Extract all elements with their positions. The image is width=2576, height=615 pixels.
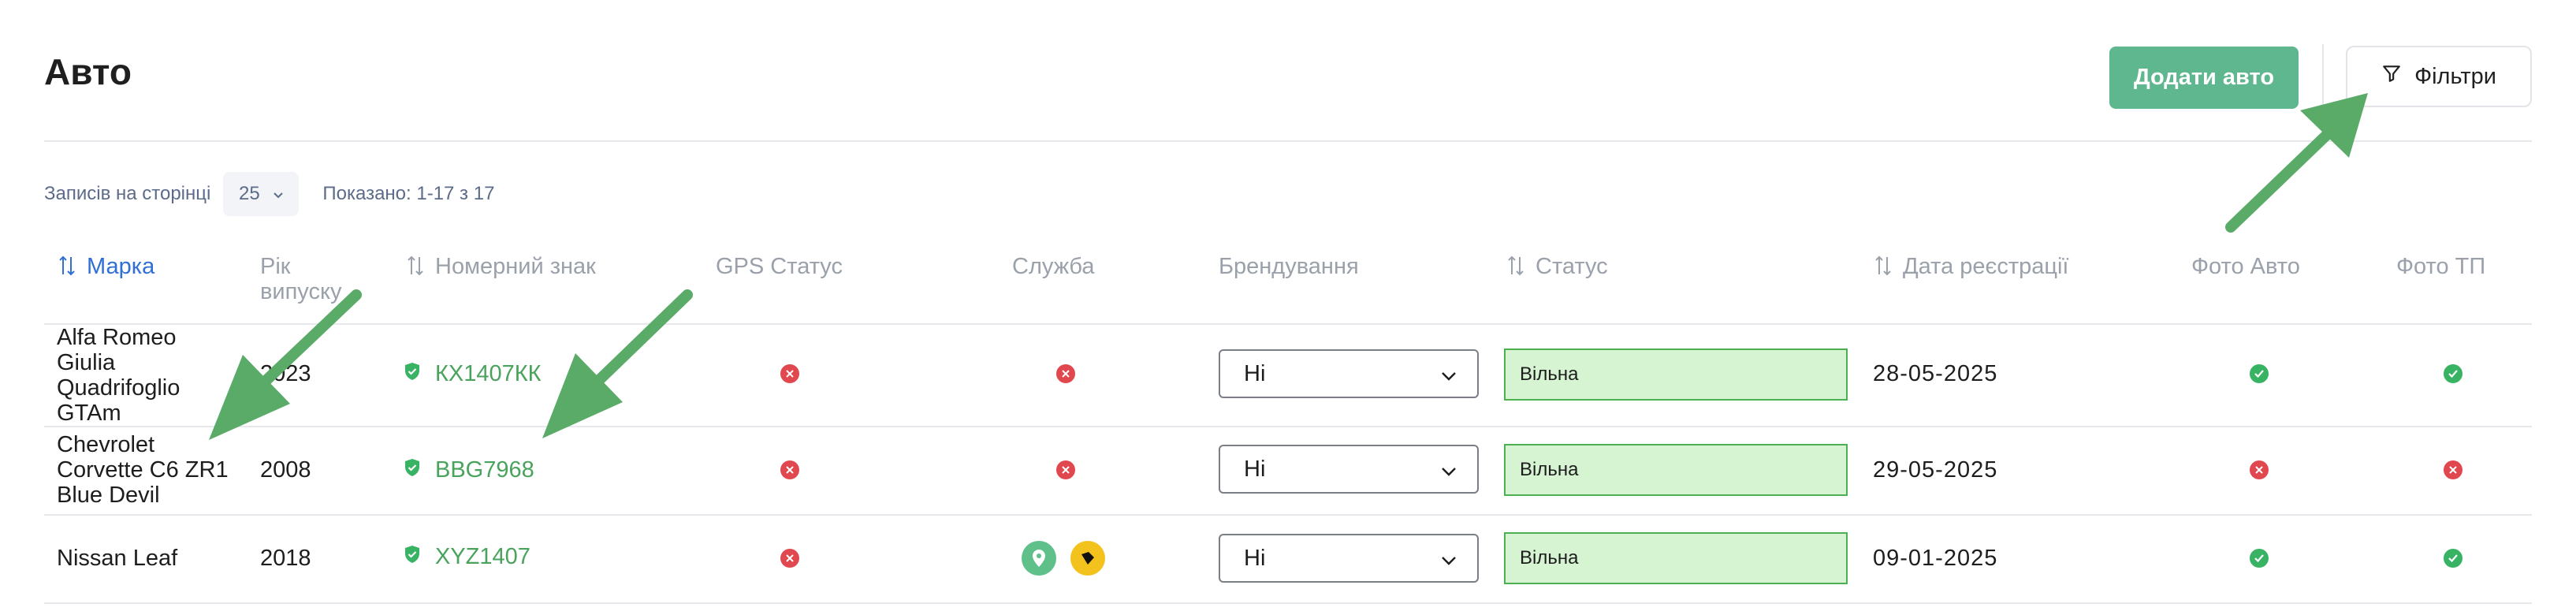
column-label: Номерний знак <box>435 254 596 279</box>
filters-button-label: Фільтри <box>2414 63 2496 89</box>
photo-car-ok-icon <box>2250 364 2269 383</box>
branding-select[interactable]: Ні <box>1219 445 1479 494</box>
brand-line: Chevrolet <box>57 432 155 457</box>
column-header-registered[interactable]: Дата реєстрації <box>1874 254 2068 279</box>
column-header-gps: GPS Статус <box>716 254 843 279</box>
branding-value: Ні <box>1244 456 1266 482</box>
page: Авто Додати авто Фільтри Записів на стор… <box>44 0 2532 615</box>
shield-logo-icon[interactable] <box>1070 541 1105 576</box>
page-title: Авто <box>44 51 132 92</box>
column-label: Рік випуску <box>260 254 342 304</box>
plate-text: XYZ1407 <box>435 544 530 569</box>
status-field[interactable]: Вільна <box>1504 348 1848 401</box>
plate-text: BBG7968 <box>435 457 534 483</box>
sort-icon <box>1507 254 1524 278</box>
brand-line: Corvette C6 ZR1 <box>57 457 229 483</box>
brand-cell: Nissan Leaf <box>57 546 177 571</box>
plate-link[interactable]: BBG7968 <box>404 457 534 483</box>
chevron-down-icon <box>1441 457 1457 483</box>
gps-error-icon <box>780 364 799 383</box>
plate-link[interactable]: XYZ1407 <box>404 544 530 570</box>
status-field[interactable]: Вільна <box>1504 532 1848 584</box>
brand-line: Blue Devil <box>57 483 160 508</box>
row-divider <box>44 602 2532 604</box>
column-label: Дата реєстрації <box>1903 254 2069 279</box>
year-cell: 2023 <box>260 361 311 386</box>
verified-shield-icon <box>404 457 421 483</box>
column-label: Фото ТП <box>2396 254 2486 279</box>
add-car-button[interactable]: Додати авто <box>2109 47 2299 109</box>
branding-value: Ні <box>1244 545 1266 571</box>
brand-cell: Alfa Romeo Giulia Quadrifoglio GTAm <box>57 325 180 426</box>
plate-text: КХ1407КК <box>435 361 542 386</box>
column-label: Служба <box>1012 254 1095 279</box>
per-page-select[interactable]: 25 <box>223 172 300 216</box>
header-divider-line <box>44 140 2532 142</box>
status-field[interactable]: Вільна <box>1504 444 1848 496</box>
funnel-icon <box>2381 63 2402 90</box>
photo-tp-ok-icon <box>2444 549 2462 568</box>
chevron-down-icon <box>1441 361 1457 387</box>
year-cell: 2018 <box>260 546 311 571</box>
column-header-service: Служба <box>1012 254 1095 279</box>
shown-count: Показано: 1-17 з 17 <box>322 183 495 204</box>
row-divider <box>44 426 2532 427</box>
column-header-status[interactable]: Статус <box>1507 254 1608 279</box>
plate-link[interactable]: КХ1407КК <box>404 361 542 387</box>
service-error-icon <box>1056 364 1075 383</box>
column-label: Брендування <box>1219 254 1359 279</box>
chevron-down-icon <box>273 183 284 205</box>
gps-error-icon <box>780 460 799 479</box>
service-error-icon <box>1056 460 1075 479</box>
filters-button[interactable]: Фільтри <box>2346 46 2532 107</box>
photo-tp-ok-icon <box>2444 364 2462 383</box>
per-page-value: 25 <box>239 183 260 204</box>
photo-car-ok-icon <box>2250 549 2269 568</box>
column-header-brand[interactable]: Марка <box>58 254 154 279</box>
brand-line: GTAm <box>57 401 121 426</box>
column-header-photo-car: Фото Авто <box>2191 254 2300 279</box>
brand-line: Alfa Romeo <box>57 325 177 350</box>
column-label: Статус <box>1536 254 1608 279</box>
row-divider <box>44 514 2532 516</box>
table-header-divider <box>44 323 2532 325</box>
brand-line: Nissan Leaf <box>57 546 178 571</box>
verified-shield-icon <box>404 361 421 387</box>
chevron-down-icon <box>1441 546 1457 572</box>
sort-icon <box>58 254 76 278</box>
status-value: Вільна <box>1520 363 1579 385</box>
per-page-label: Записів на сторінці <box>44 183 211 204</box>
pagination-bar: Записів на сторінці 25 Показано: 1-17 з … <box>44 172 494 216</box>
brand-line: Quadrifoglio <box>57 375 181 401</box>
column-label: GPS Статус <box>716 254 843 279</box>
registration-date: 09-01-2025 <box>1873 546 1998 571</box>
registration-date: 28-05-2025 <box>1873 361 1998 386</box>
column-header-photo-tp: Фото ТП <box>2396 254 2485 279</box>
gps-error-icon <box>780 549 799 568</box>
branding-value: Ні <box>1244 360 1266 386</box>
column-header-branding: Брендування <box>1219 254 1359 279</box>
column-label: Фото Авто <box>2191 254 2300 279</box>
column-header-year: Рік випуску <box>260 254 363 304</box>
status-value: Вільна <box>1520 547 1579 568</box>
branding-select[interactable]: Ні <box>1219 534 1479 583</box>
verified-shield-icon <box>404 544 421 570</box>
header-divider <box>2322 44 2324 112</box>
sort-icon <box>1874 254 1892 278</box>
status-value: Вільна <box>1520 459 1579 480</box>
column-label: Марка <box>87 254 155 279</box>
branding-select[interactable]: Ні <box>1219 349 1479 398</box>
column-header-plate[interactable]: Номерний знак <box>407 254 596 279</box>
brand-cell: Chevrolet Corvette C6 ZR1 Blue Devil <box>57 432 229 508</box>
registration-date: 29-05-2025 <box>1873 457 1998 483</box>
photo-tp-error-icon <box>2444 460 2462 479</box>
brand-line: Giulia <box>57 350 116 375</box>
sort-icon <box>407 254 424 278</box>
year-cell: 2008 <box>260 457 311 483</box>
location-pin-icon[interactable] <box>1022 541 1056 576</box>
photo-car-error-icon <box>2250 460 2269 479</box>
